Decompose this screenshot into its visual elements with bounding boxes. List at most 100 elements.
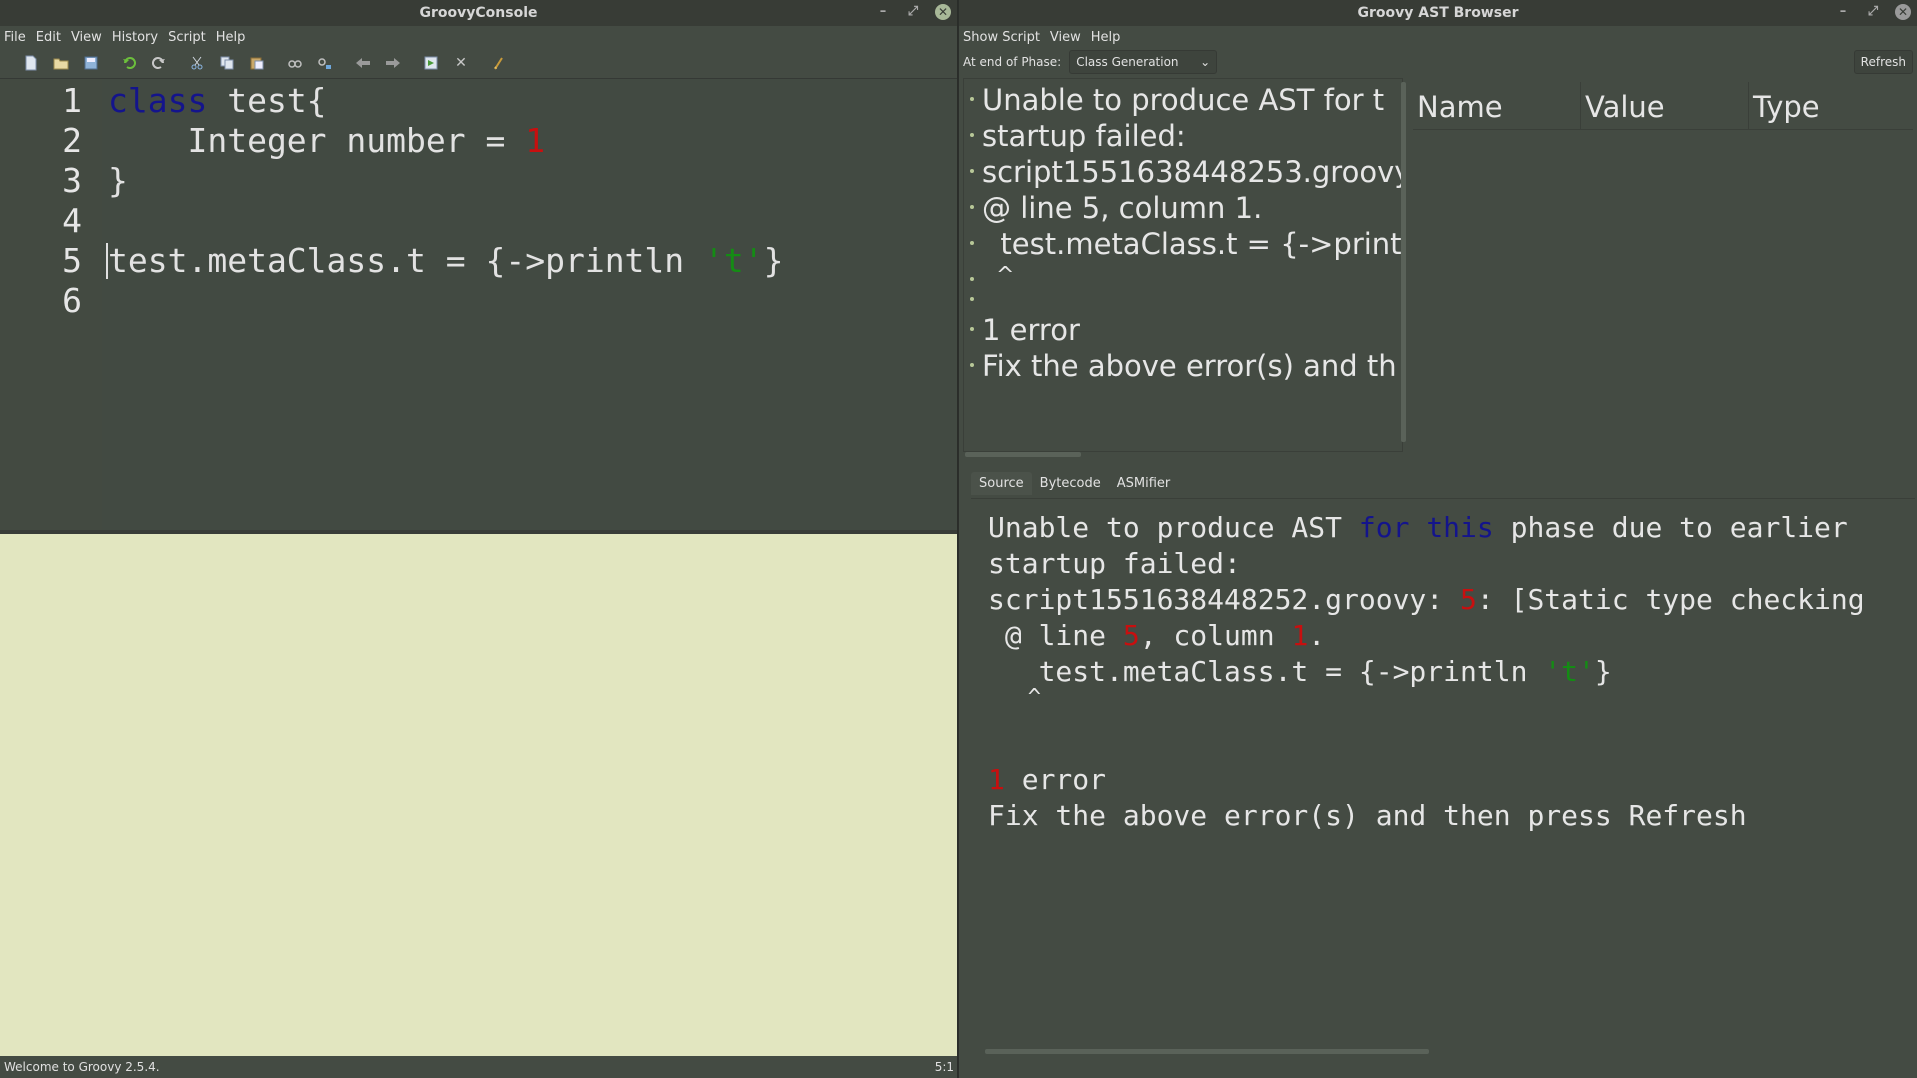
ast-menubar: Show Script View Help (959, 26, 1917, 48)
source-text: error (1004, 763, 1107, 796)
line-number-gutter: 1 2 3 4 5 6 (0, 79, 102, 530)
code-text: Integer number = (108, 121, 526, 160)
groovy-console-window: GroovyConsole – ⤢ ✕ File Edit View Histo… (0, 0, 958, 1078)
close-icon[interactable]: ✕ (1895, 4, 1911, 20)
source-tabs: Source Bytecode ASMifier (971, 472, 1178, 495)
menu-help[interactable]: Help (216, 30, 246, 45)
console-titlebar[interactable]: GroovyConsole – ⤢ ✕ (0, 0, 957, 26)
tree-vertical-scrollbar[interactable] (1401, 82, 1406, 442)
tree-item[interactable]: test.metaClass.t = {->print (970, 227, 1402, 261)
number-literal: 1 (988, 763, 1005, 796)
phase-label: At end of Phase: (963, 55, 1062, 69)
new-file-icon[interactable] (16, 51, 46, 75)
console-statusbar: Welcome to Groovy 2.5.4. 5:1 (0, 1056, 957, 1078)
line-number: 4 (62, 201, 82, 240)
ast-browser-window: Groovy AST Browser – ⤢ ✕ Show Script Vie… (959, 0, 1917, 1078)
source-line-6: ^ (988, 685, 1041, 710)
minimize-icon[interactable]: – (875, 3, 891, 21)
console-title: GroovyConsole (419, 5, 538, 21)
source-text (1409, 511, 1426, 544)
source-text: test.metaClass.t = {->println (988, 655, 1545, 688)
tree-item[interactable]: 1 error (970, 313, 1080, 347)
output-pane[interactable] (0, 534, 957, 1056)
ast-tree[interactable]: Unable to produce AST for t startup fail… (963, 78, 1403, 452)
ast-title: Groovy AST Browser (1357, 5, 1519, 21)
replace-icon[interactable] (310, 51, 340, 75)
source-line-8: 1 error (988, 763, 1106, 796)
source-line-4: @ line 5, column 1. (988, 619, 1325, 652)
menu-script[interactable]: Script (168, 30, 206, 45)
number-literal: 1 (525, 121, 546, 160)
code-line-1: class test{ (108, 81, 327, 120)
number-literal: 5 (1460, 583, 1477, 616)
tree-item[interactable]: ^ (969, 263, 1014, 288)
tab-bytecode[interactable]: Bytecode (1032, 472, 1109, 495)
copy-icon[interactable] (212, 51, 242, 75)
code-line-2: Integer number = 1 (108, 121, 545, 160)
tree-item[interactable]: Unable to produce AST for t (969, 83, 1384, 117)
interrupt-icon[interactable]: ✕ (446, 51, 476, 75)
maximize-icon[interactable]: ⤢ (905, 3, 921, 21)
source-text: } (1594, 655, 1612, 688)
console-menubar: File Edit View History Script Help (0, 26, 957, 48)
source-text: script1551638448252.groovy: (988, 583, 1461, 616)
source-text: @ line (988, 619, 1123, 652)
line-number: 5 (62, 241, 82, 280)
status-message: Welcome to Groovy 2.5.4. (4, 1060, 160, 1074)
menu-show-script[interactable]: Show Script (963, 30, 1040, 45)
history-previous-icon[interactable] (348, 51, 378, 75)
source-text: . (1308, 619, 1326, 652)
phase-value: Class Generation (1076, 55, 1179, 69)
open-file-icon[interactable] (46, 51, 76, 75)
history-next-icon[interactable] (378, 51, 408, 75)
menu-view[interactable]: View (1050, 30, 1081, 45)
code-editor[interactable]: 1 2 3 4 5 6 class test{ Integer number =… (0, 78, 957, 530)
cursor-position: 5:1 (934, 1060, 954, 1074)
keyword-this: this (1426, 511, 1494, 544)
maximize-icon[interactable]: ⤢ (1865, 3, 1881, 21)
tree-item[interactable]: script1551638448253.groovy (969, 155, 1402, 189)
undo-icon[interactable] (114, 51, 144, 75)
phase-bar: At end of Phase: Class Generation ⌄ Refr… (959, 48, 1917, 76)
source-horizontal-scrollbar[interactable] (985, 1049, 1429, 1054)
keyword-for: for (1358, 511, 1410, 544)
tree-item[interactable]: Fix the above error(s) and th (970, 349, 1397, 383)
menu-file[interactable]: File (4, 30, 26, 45)
source-view[interactable]: Unable to produce AST for this phase due… (971, 498, 1915, 1062)
redo-icon[interactable] (144, 51, 174, 75)
number-literal: 5 (1122, 619, 1140, 652)
tree-horizontal-scrollbar[interactable] (965, 452, 1081, 457)
code-text: test{ (207, 81, 327, 120)
tree-item[interactable]: startup failed: (970, 119, 1186, 153)
phase-select[interactable]: Class Generation ⌄ (1069, 50, 1218, 74)
line-number: 3 (62, 161, 82, 200)
code-line-3: } (108, 161, 128, 200)
refresh-button[interactable]: Refresh (1853, 50, 1913, 74)
code-text: } (108, 161, 128, 200)
close-icon[interactable]: ✕ (935, 4, 951, 20)
tab-asmifier[interactable]: ASMifier (1109, 472, 1179, 495)
tab-source[interactable]: Source (971, 472, 1032, 495)
minimize-icon[interactable]: – (1835, 3, 1851, 21)
console-toolbar: ✕ (0, 48, 957, 78)
save-icon[interactable] (76, 51, 106, 75)
line-number: 2 (62, 121, 82, 160)
menu-history[interactable]: History (112, 30, 158, 45)
find-icon[interactable] (280, 51, 310, 75)
menu-view[interactable]: View (71, 30, 102, 45)
ast-titlebar[interactable]: Groovy AST Browser – ⤢ ✕ (959, 0, 1917, 26)
tree-item[interactable]: @ line 5, column 1. (969, 191, 1262, 225)
menu-help[interactable]: Help (1091, 30, 1121, 45)
paste-icon[interactable] (242, 51, 272, 75)
clear-output-icon[interactable] (484, 51, 514, 75)
run-script-icon[interactable] (416, 51, 446, 75)
line-number: 6 (62, 281, 82, 320)
cut-icon[interactable] (182, 51, 212, 75)
string-literal: 't' (704, 241, 764, 280)
menu-edit[interactable]: Edit (36, 30, 61, 45)
column-header-type[interactable]: Type (1749, 82, 1913, 129)
keyword-class: class (108, 81, 208, 120)
column-header-name[interactable]: Name (1413, 82, 1581, 129)
column-header-value[interactable]: Value (1581, 82, 1749, 129)
source-line-2: startup failed: (988, 547, 1241, 580)
